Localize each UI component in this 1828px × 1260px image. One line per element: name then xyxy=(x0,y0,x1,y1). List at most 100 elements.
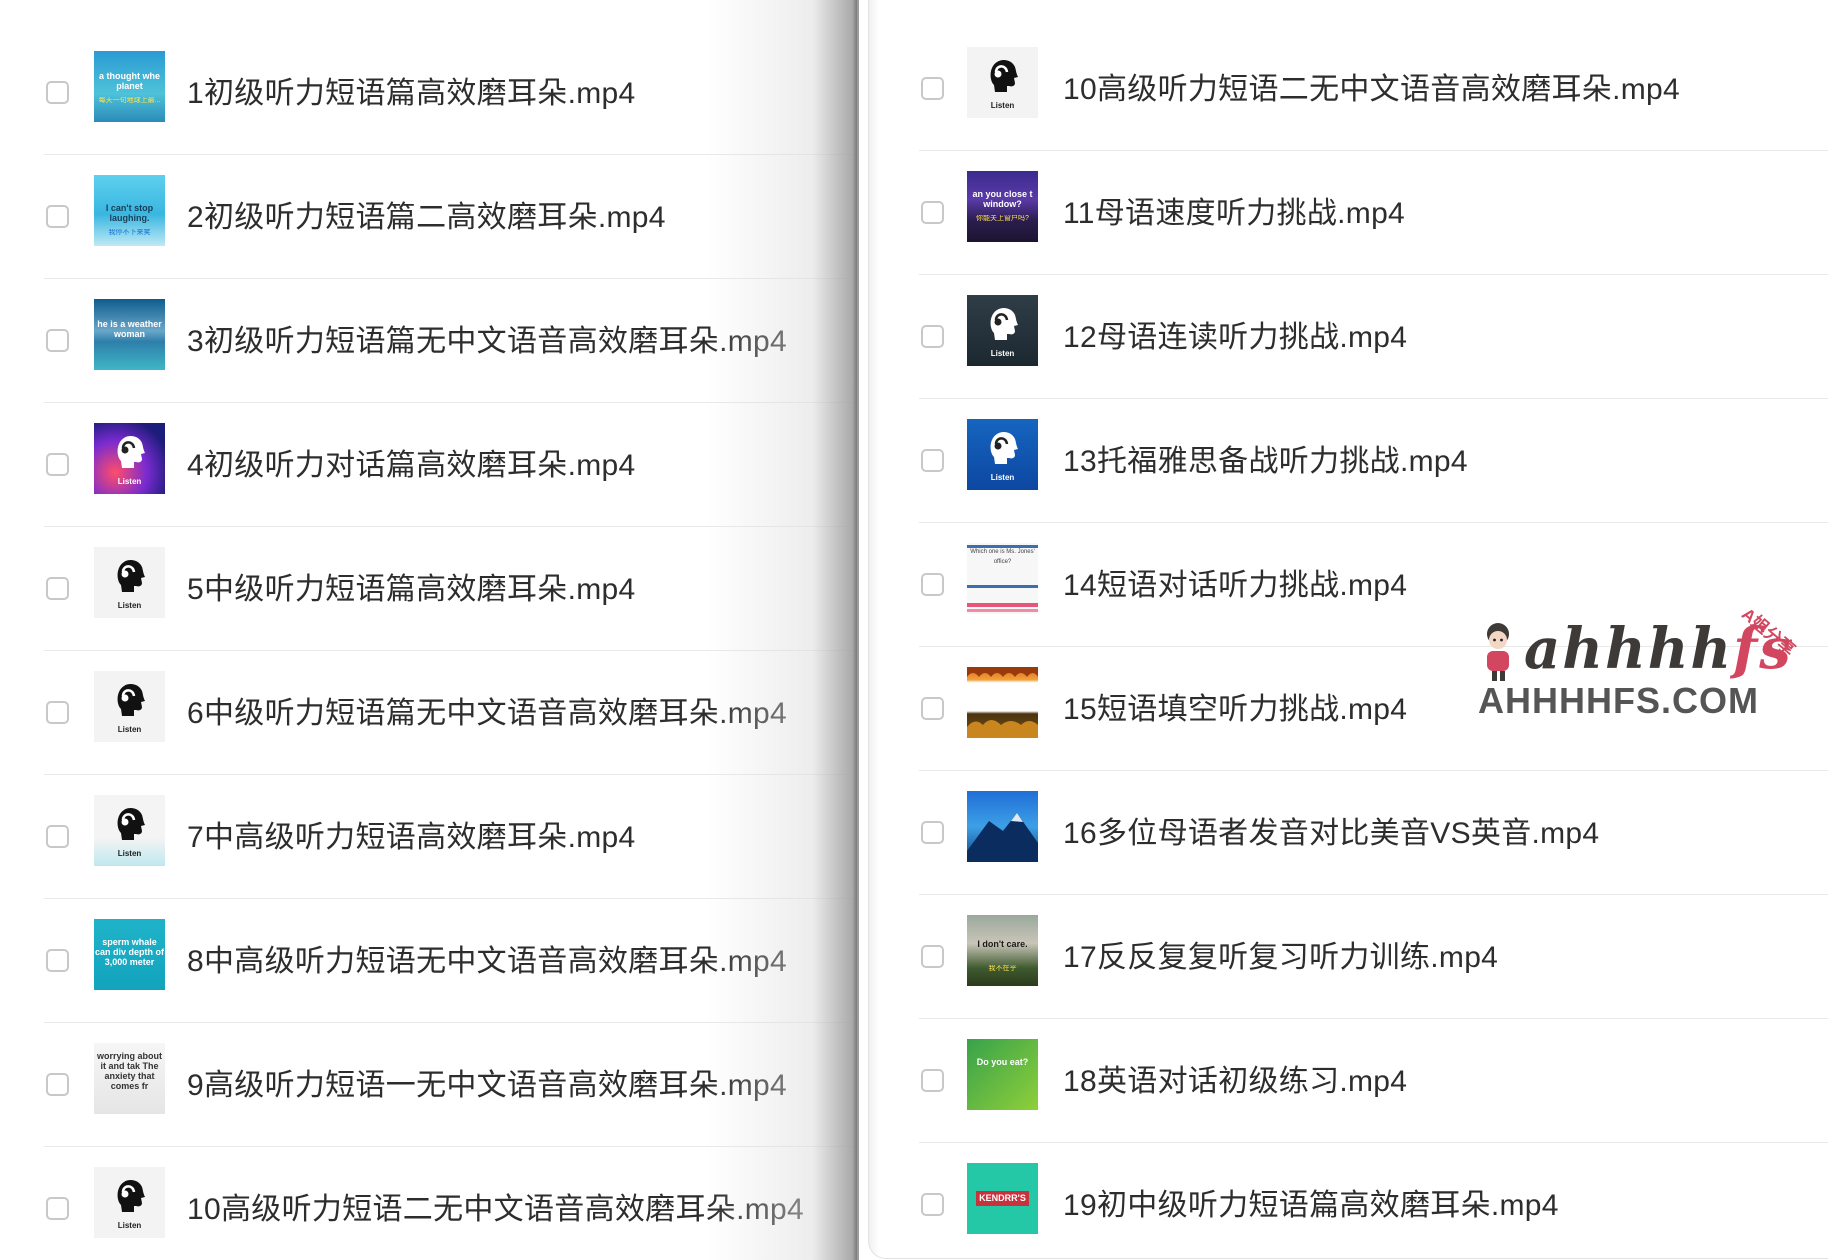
video-thumbnail: Do you eat? xyxy=(967,1039,1038,1110)
listen-head-headphones-icon xyxy=(990,431,1018,464)
file-row[interactable]: KENDRR'S 19初中级听力短语篇高效磨耳朵.mp4 xyxy=(919,1143,1828,1258)
thumbnail-subcaption: 你能关上窗户吗? xyxy=(976,215,1029,222)
file-row[interactable]: Listen 12母语连读听力挑战.mp4 xyxy=(919,275,1828,399)
row-checkbox[interactable] xyxy=(46,329,69,352)
row-checkbox[interactable] xyxy=(921,697,944,720)
file-name[interactable]: 12母语连读听力挑战.mp4 xyxy=(1063,312,1407,356)
file-row[interactable]: Do you eat? 18英语对话初级练习.mp4 xyxy=(919,1019,1828,1143)
row-checkbox[interactable] xyxy=(46,1197,69,1220)
left-file-list: a thought whe planet 每天一句地球上最... 1初级听力短语篇高… xyxy=(44,31,857,1260)
row-checkbox[interactable] xyxy=(921,1193,944,1216)
thumbnail-caption: he is a weather woman xyxy=(97,319,162,339)
file-name[interactable]: 8中高级听力短语无中文语音高效磨耳朵.mp4 xyxy=(187,936,787,980)
thumbnail-caption: Listen xyxy=(990,101,1015,110)
row-checkbox[interactable] xyxy=(921,945,944,968)
file-row[interactable]: I don't care. 我不在乎 17反反复复听复习听力训练.mp4 xyxy=(919,895,1828,1019)
thumbnail-caption: worrying about it and tak The anxiety th… xyxy=(97,1051,162,1091)
row-checkbox[interactable] xyxy=(921,449,944,472)
row-checkbox[interactable] xyxy=(46,453,69,476)
thumbnail-caption: Listen xyxy=(117,849,142,858)
listen-head-headphones-icon xyxy=(117,807,145,840)
file-row[interactable]: Listen 5中级听力短语篇高效磨耳朵.mp4 xyxy=(44,527,857,651)
video-thumbnail: a thought whe planet 每天一句地球上最... xyxy=(94,51,165,122)
listen-head-headphones-icon xyxy=(117,1179,145,1212)
video-thumbnail: I don't care. 我不在乎 xyxy=(967,915,1038,986)
file-row[interactable]: Listen 13托福雅思备战听力挑战.mp4 xyxy=(919,399,1828,523)
file-name[interactable]: 10高级听力短语二无中文语音高效磨耳朵.mp4 xyxy=(1063,64,1680,108)
thumbnail-caption: KENDRR'S xyxy=(976,1191,1029,1206)
row-checkbox[interactable] xyxy=(46,949,69,972)
file-name[interactable]: 18英语对话初级练习.mp4 xyxy=(1063,1056,1407,1100)
file-name[interactable]: 16多位母语者发音对比美音VS英音.mp4 xyxy=(1063,808,1599,852)
window-divider xyxy=(857,0,859,1260)
thumbnail-caption: Listen xyxy=(990,473,1015,482)
row-checkbox[interactable] xyxy=(921,201,944,224)
file-row[interactable]: Listen 4初级听力对话篇高效磨耳朵.mp4 xyxy=(44,403,857,527)
file-name[interactable]: 9高级听力短语一无中文语音高效磨耳朵.mp4 xyxy=(187,1060,787,1104)
file-row[interactable]: I can't stop laughing. 我停不下来笑 2初级听力短语篇二高效磨… xyxy=(44,155,857,279)
watermark-domain: AHHHHFS.COM xyxy=(1478,680,1759,721)
row-checkbox[interactable] xyxy=(921,1069,944,1092)
file-row[interactable]: an you close t window? 你能关上窗户吗? 11母语速度听力挑战… xyxy=(919,151,1828,275)
file-name[interactable]: 2初级听力短语篇二高效磨耳朵.mp4 xyxy=(187,192,666,236)
file-name[interactable]: 1初级听力短语篇高效磨耳朵.mp4 xyxy=(187,68,635,112)
thumbnail-subcaption: 我不在乎 xyxy=(988,965,1017,972)
row-checkbox[interactable] xyxy=(921,77,944,100)
watermark-mascot-icon xyxy=(1487,623,1509,681)
video-thumbnail: KENDRR'S xyxy=(967,1163,1038,1234)
file-name[interactable]: 14短语对话听力挑战.mp4 xyxy=(1063,560,1407,604)
row-checkbox[interactable] xyxy=(921,573,944,596)
listen-head-headphones-icon xyxy=(117,559,145,592)
video-thumbnail: he is a weather woman xyxy=(94,299,165,370)
file-row[interactable]: Listen 7中高级听力短语高效磨耳朵.mp4 xyxy=(44,775,857,899)
row-checkbox[interactable] xyxy=(921,821,944,844)
thumbnail-subcaption: 我停不下来笑 xyxy=(108,229,151,236)
file-name[interactable]: 6中级听力短语篇无中文语音高效磨耳朵.mp4 xyxy=(187,688,787,732)
listen-head-headphones-icon xyxy=(990,307,1018,340)
flame-pattern-icon xyxy=(967,667,1038,738)
video-thumbnail xyxy=(967,667,1038,738)
file-row[interactable]: Listen 10高级听力短语二无中文语音高效磨耳朵.mp4 xyxy=(44,1147,857,1260)
video-thumbnail: Listen xyxy=(94,795,165,866)
video-thumbnail: Which one is Ms. Jones' office? xyxy=(967,543,1038,614)
file-name[interactable]: 10高级听力短语二无中文语音高效磨耳朵.mp4 xyxy=(187,1184,804,1228)
video-thumbnail: Listen xyxy=(94,423,165,494)
file-name[interactable]: 15短语填空听力挑战.mp4 xyxy=(1063,684,1407,728)
file-name[interactable]: 13托福雅思备战听力挑战.mp4 xyxy=(1063,436,1468,480)
file-name[interactable]: 11母语速度听力挑战.mp4 xyxy=(1063,188,1405,232)
video-thumbnail: sperm whale can div depth of 3,000 meter xyxy=(94,919,165,990)
file-name[interactable]: 19初中级听力短语篇高效磨耳朵.mp4 xyxy=(1063,1180,1559,1224)
video-thumbnail: Listen xyxy=(967,419,1038,490)
row-checkbox[interactable] xyxy=(46,825,69,848)
file-row[interactable]: 16多位母语者发音对比美音VS英音.mp4 xyxy=(919,771,1828,895)
row-checkbox[interactable] xyxy=(921,325,944,348)
file-row[interactable]: Listen 10高级听力短语二无中文语音高效磨耳朵.mp4 xyxy=(919,27,1828,151)
row-checkbox[interactable] xyxy=(46,205,69,228)
thumbnail-subcaption: 每天一句地球上最... xyxy=(98,97,161,104)
thumbnail-caption: Listen xyxy=(117,1221,142,1230)
file-row[interactable]: worrying about it and tak The anxiety th… xyxy=(44,1023,857,1147)
file-row[interactable]: he is a weather woman 3初级听力短语篇无中文语音高效磨耳朵.… xyxy=(44,279,857,403)
row-checkbox[interactable] xyxy=(46,701,69,724)
file-row[interactable]: sperm whale can div depth of 3,000 meter… xyxy=(44,899,857,1023)
listen-head-headphones-icon xyxy=(117,435,145,468)
file-name[interactable]: 5中级听力短语篇高效磨耳朵.mp4 xyxy=(187,564,635,608)
left-file-panel: a thought whe planet 每天一句地球上最... 1初级听力短语篇高… xyxy=(0,0,857,1260)
row-checkbox[interactable] xyxy=(46,577,69,600)
file-name[interactable]: 7中高级听力短语高效磨耳朵.mp4 xyxy=(187,812,635,856)
file-row[interactable]: Listen 6中级听力短语篇无中文语音高效磨耳朵.mp4 xyxy=(44,651,857,775)
thumbnail-caption: Listen xyxy=(117,477,142,486)
row-checkbox[interactable] xyxy=(46,81,69,104)
file-name[interactable]: 17反反复复听复习听力训练.mp4 xyxy=(1063,932,1498,976)
file-name[interactable]: 3初级听力短语篇无中文语音高效磨耳朵.mp4 xyxy=(187,316,787,360)
video-thumbnail: worrying about it and tak The anxiety th… xyxy=(94,1043,165,1114)
watermark-logo: ahhhhfs A姐分享 AHHHHFS.COM xyxy=(1478,600,1808,730)
file-name[interactable]: 4初级听力对话篇高效磨耳朵.mp4 xyxy=(187,440,635,484)
thumbnail-caption: I don't care. xyxy=(977,939,1028,949)
thumbnail-caption: I can't stop laughing. xyxy=(105,203,154,223)
file-row[interactable]: a thought whe planet 每天一句地球上最... 1初级听力短语篇高… xyxy=(44,31,857,155)
mountain-icon xyxy=(967,813,1038,862)
row-checkbox[interactable] xyxy=(46,1073,69,1096)
thumbnail-caption: sperm whale can div depth of 3,000 meter xyxy=(94,937,164,967)
thumbnail-caption: an you close t window? xyxy=(972,189,1033,209)
